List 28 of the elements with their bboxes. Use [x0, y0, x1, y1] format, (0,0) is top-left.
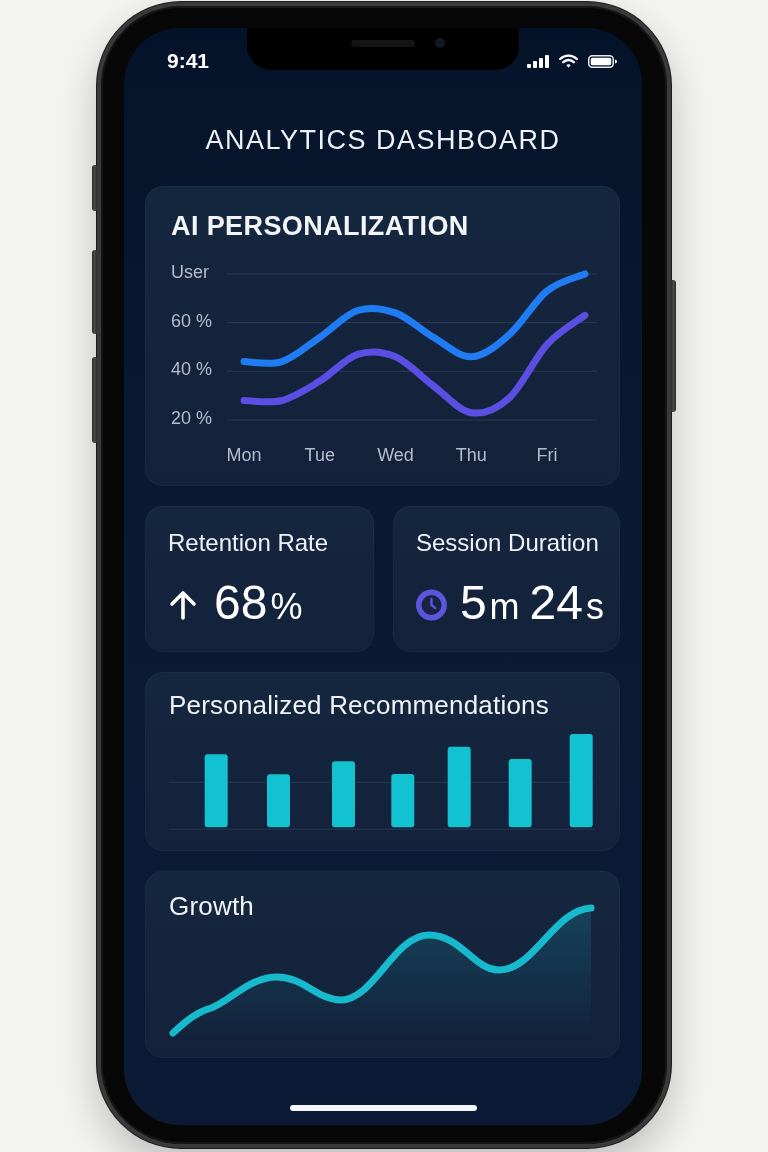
chart-bar [267, 774, 290, 828]
axis-label: 60 % [171, 310, 213, 331]
wifi-icon [559, 54, 578, 68]
card-title: AI PERSONALIZATION [171, 211, 470, 241]
signal-icon [527, 54, 549, 68]
axis-label: Fri [536, 445, 558, 465]
axis-label: Mon [226, 445, 262, 465]
stat-label: Retention Rate [168, 529, 330, 557]
status-time: 9:41 [167, 48, 210, 74]
stat-value: 68% [214, 578, 303, 631]
card-title: Personalized Recommendations [169, 690, 550, 720]
axis-label: Wed [377, 445, 414, 465]
dashboard-title: ANALYTICS DASHBOARD [204, 125, 562, 155]
axis-label: Tue [304, 445, 335, 465]
stat-value: 5m 24s [459, 578, 604, 631]
card-title: Growth [169, 891, 254, 921]
arrow-up-icon [168, 590, 198, 620]
battery-icon [588, 54, 617, 68]
axis-label: User [171, 262, 209, 282]
stat-label: Session Duration [416, 529, 600, 557]
axis-label: Thu [455, 445, 487, 465]
axis-label: 40 % [171, 359, 213, 380]
side-key-drawing [92, 165, 97, 211]
chart-bar [391, 774, 415, 828]
chart-bar [508, 759, 532, 828]
axis-label: 20 % [171, 408, 213, 428]
camera-icon [435, 38, 445, 48]
chart-bar [332, 761, 355, 828]
